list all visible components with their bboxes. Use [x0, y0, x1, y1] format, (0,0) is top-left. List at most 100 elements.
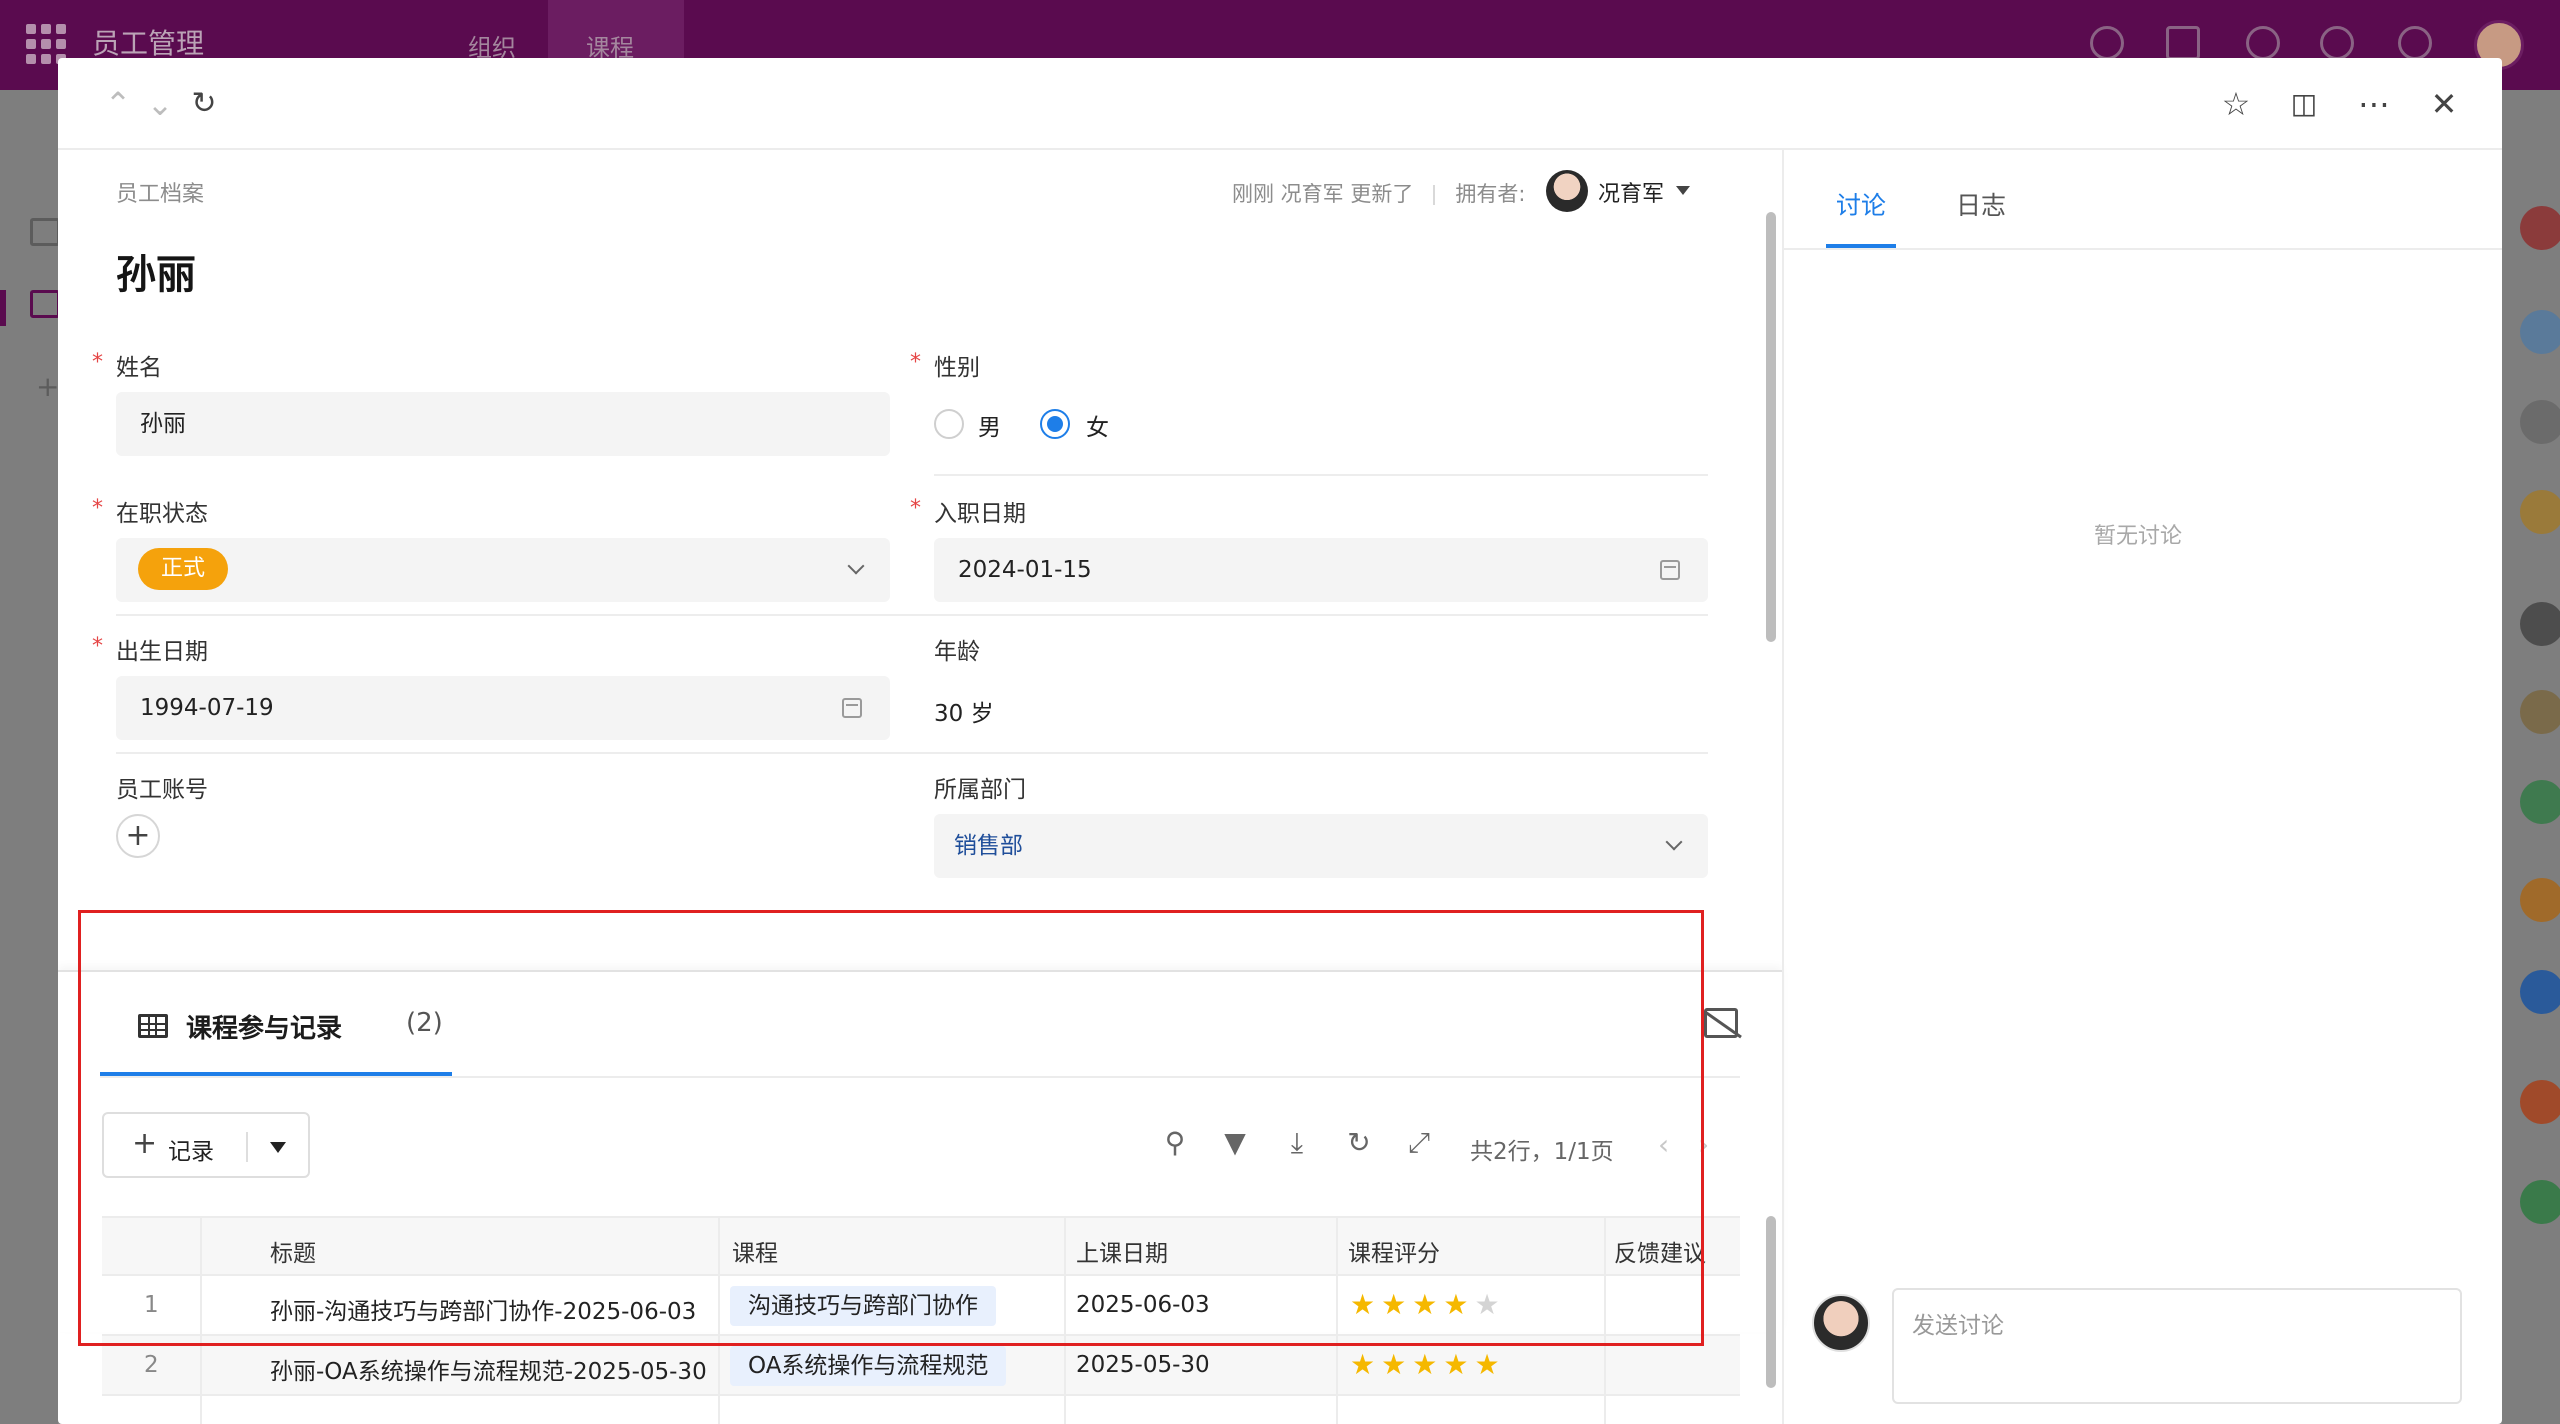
sidebar-toggle-icon[interactable]: ◫	[2284, 84, 2324, 124]
add-icon[interactable]: +	[36, 370, 59, 403]
app-icon[interactable]	[2520, 206, 2560, 250]
search-icon[interactable]: ⚲	[1158, 1126, 1192, 1160]
star-filled-icon[interactable]: ★	[1412, 1348, 1443, 1381]
hire-date-label: 入职日期	[934, 501, 1026, 527]
subtable-count: (2)	[406, 1008, 443, 1038]
column-header-date[interactable]: 上课日期	[1076, 1234, 1168, 1268]
add-record-button[interactable]: + 记录	[102, 1112, 310, 1178]
column-divider	[1064, 1216, 1066, 1424]
course-tag[interactable]: OA系统操作与流程规范	[730, 1346, 1007, 1386]
star-empty-icon[interactable]: ★	[1474, 1288, 1505, 1321]
task-icon[interactable]	[2090, 26, 2124, 60]
scrollbar[interactable]	[1766, 212, 1776, 642]
column-header-rating[interactable]: 课程评分	[1348, 1234, 1440, 1268]
gender-label: 性别	[934, 355, 980, 381]
app-icon[interactable]	[2520, 490, 2560, 534]
search-icon[interactable]	[2320, 26, 2354, 60]
calendar-icon[interactable]	[842, 698, 862, 718]
owner-avatar[interactable]	[1546, 170, 1588, 212]
star-filled-icon[interactable]: ★	[1350, 1348, 1381, 1381]
owner-dropdown-icon[interactable]	[1676, 186, 1690, 195]
subtable-scrollbar[interactable]	[1766, 1216, 1776, 1388]
star-filled-icon[interactable]: ★	[1474, 1348, 1505, 1381]
subtable-tab[interactable]: 课程参与记录 (2)	[100, 972, 452, 1076]
panel-divider	[100, 1076, 1740, 1078]
row-title[interactable]: 孙丽-沟通技巧与跨部门协作-2025-06-03	[270, 1292, 696, 1326]
app-icon[interactable]	[2520, 602, 2560, 646]
star-filled-icon[interactable]: ★	[1381, 1348, 1412, 1381]
filter-icon[interactable]: ▼	[1218, 1126, 1252, 1160]
next-page-icon[interactable]: ›	[1698, 1128, 1709, 1161]
dept-select[interactable]: 销售部	[934, 814, 1708, 878]
chevron-up-icon[interactable]: ⌃	[98, 84, 138, 124]
expand-icon[interactable]: ⤢	[1402, 1126, 1436, 1160]
gender-radio-female[interactable]	[1040, 409, 1070, 439]
star-filled-icon[interactable]: ★	[1381, 1288, 1412, 1321]
subtable-panel: 课程参与记录 (2) + 记录 ⚲ ▼ ⤓ ↻ ⤢ 共2行，1/1页 ‹ › 标…	[58, 970, 1782, 1424]
age-value: 30 岁	[934, 701, 994, 727]
prev-page-icon[interactable]: ‹	[1658, 1128, 1669, 1161]
table-row[interactable]: 1 孙丽-沟通技巧与跨部门协作-2025-06-03 沟通技巧与跨部门协作 20…	[102, 1276, 1740, 1336]
star-filled-icon[interactable]: ★	[1350, 1288, 1381, 1321]
discussion-pane	[1782, 150, 2502, 1424]
modal-header: ⌃ ⌄ ↻ ☆ ◫ ⋯ ✕	[58, 58, 2502, 150]
people-icon[interactable]	[2246, 26, 2280, 60]
app-icon[interactable]	[2520, 1080, 2560, 1124]
row-index: 1	[144, 1292, 159, 1318]
breadcrumb: 员工档案	[116, 182, 205, 207]
hide-panel-icon[interactable]	[1704, 1008, 1738, 1038]
row-title[interactable]: 孙丽-OA系统操作与流程规范-2025-05-30	[270, 1352, 707, 1386]
row-date[interactable]: 2025-06-03	[1076, 1292, 1210, 1318]
refresh-icon[interactable]: ↻	[1342, 1126, 1376, 1160]
comment-input[interactable]: 发送讨论	[1892, 1288, 2462, 1404]
app-icon[interactable]	[2520, 780, 2560, 824]
divider	[116, 752, 1708, 754]
record-title: 孙丽	[116, 252, 196, 298]
required-mark: *	[92, 634, 103, 659]
name-input[interactable]: 孙丽	[116, 392, 890, 456]
flash-icon[interactable]	[2166, 26, 2200, 60]
star-icon[interactable]: ☆	[2216, 84, 2256, 124]
chevron-down-icon[interactable]: ⌄	[140, 84, 180, 124]
help-icon[interactable]	[2398, 26, 2432, 60]
tab-log[interactable]: 日志	[1956, 186, 2006, 222]
gender-female-label: 女	[1086, 415, 1109, 441]
refresh-icon[interactable]: ↻	[184, 84, 224, 124]
download-icon[interactable]: ⤓	[1280, 1126, 1314, 1160]
caret-down-icon[interactable]	[270, 1142, 286, 1153]
rating-stars[interactable]: ★★★★★	[1350, 1288, 1506, 1321]
more-icon[interactable]: ⋯	[2354, 84, 2394, 124]
calendar-icon[interactable]	[1660, 560, 1680, 580]
required-mark: *	[92, 496, 103, 521]
status-select[interactable]	[116, 538, 890, 602]
star-filled-icon[interactable]: ★	[1443, 1348, 1474, 1381]
tab-discussion[interactable]: 讨论	[1836, 186, 1886, 222]
divider	[116, 614, 1708, 616]
close-icon[interactable]: ✕	[2424, 84, 2464, 124]
star-filled-icon[interactable]: ★	[1443, 1288, 1474, 1321]
app-icon[interactable]	[2520, 310, 2560, 354]
plus-icon: +	[132, 1126, 158, 1161]
gender-radio-male[interactable]	[934, 409, 964, 439]
sheet-icon[interactable]	[30, 218, 60, 246]
app-icon[interactable]	[2520, 878, 2560, 922]
rating-stars[interactable]: ★★★★★	[1350, 1348, 1506, 1381]
birth-date-input[interactable]: 1994-07-19	[116, 676, 890, 740]
hire-date-input[interactable]: 2024-01-15	[934, 538, 1708, 602]
add-account-button[interactable]: +	[116, 814, 160, 858]
owner-name[interactable]: 况育军	[1598, 176, 1664, 208]
app-title[interactable]: 员工管理	[92, 22, 204, 62]
app-icon[interactable]	[2520, 690, 2560, 734]
app-icon[interactable]	[2520, 400, 2560, 444]
column-header-title[interactable]: 标题	[270, 1234, 316, 1268]
column-header-feedback[interactable]: 反馈建议	[1614, 1234, 1706, 1268]
sheet-icon-active[interactable]	[30, 290, 60, 318]
app-icon[interactable]	[2520, 970, 2560, 1014]
left-sidebar-stub: +	[0, 90, 60, 1424]
column-header-course[interactable]: 课程	[732, 1234, 778, 1268]
star-filled-icon[interactable]: ★	[1412, 1288, 1443, 1321]
course-tag[interactable]: 沟通技巧与跨部门协作	[730, 1286, 996, 1326]
row-date[interactable]: 2025-05-30	[1076, 1352, 1210, 1378]
app-icon[interactable]	[2520, 1180, 2560, 1224]
table-row[interactable]: 2 孙丽-OA系统操作与流程规范-2025-05-30 OA系统操作与流程规范 …	[102, 1336, 1740, 1396]
